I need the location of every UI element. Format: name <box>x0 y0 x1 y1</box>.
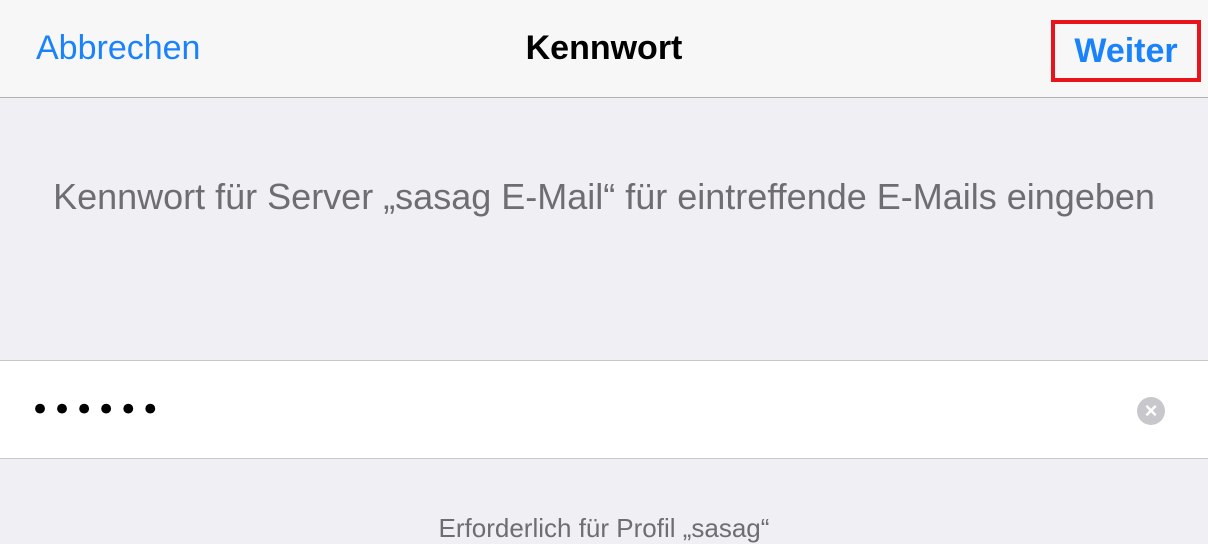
navigation-bar: Abbrechen Kennwort Weiter <box>0 0 1208 98</box>
profile-note: Erforderlich für Profil „sasag“ <box>438 513 770 543</box>
next-button[interactable]: Weiter <box>1051 20 1201 82</box>
clear-circle-x-icon[interactable]: × <box>1137 397 1165 425</box>
password-field-row: × <box>0 360 1208 459</box>
cancel-button[interactable]: Abbrechen <box>36 26 200 70</box>
password-prompt: Kennwort für Server „sasag E-Mail“ für e… <box>53 176 1155 217</box>
password-input[interactable] <box>30 383 1110 437</box>
